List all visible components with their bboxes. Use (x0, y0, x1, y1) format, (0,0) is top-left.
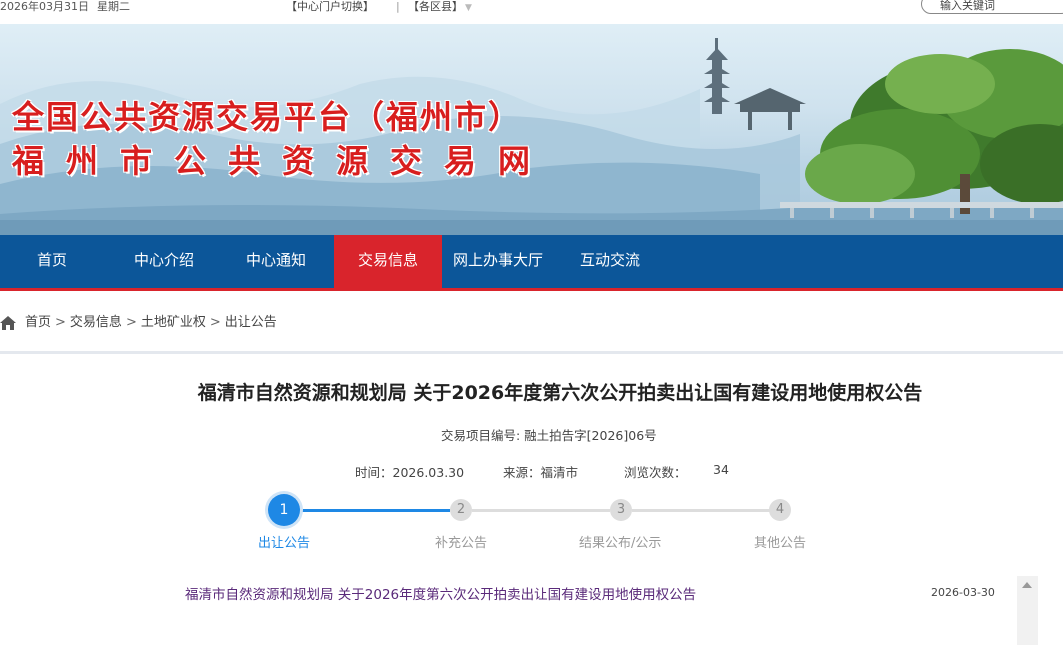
chevron-down-icon: ▼ (465, 3, 472, 13)
breadcrumb-land-mining[interactable]: 土地矿业权 (141, 315, 206, 330)
view-count-label: 浏览次数： (624, 465, 687, 480)
publish-time: 时间：2026.03.30 (355, 465, 465, 480)
nav-item-trading-info[interactable]: 交易信息 (334, 235, 442, 288)
step-4-circle[interactable]: 4 (769, 499, 791, 521)
nav-item-interaction[interactable]: 互动交流 (560, 235, 660, 288)
step-1-circle[interactable]: 1 (268, 494, 300, 526)
step-connector-active (300, 509, 450, 512)
step-connector (632, 509, 770, 512)
nav-item-notices[interactable]: 中心通知 (224, 235, 328, 288)
top-bar: 2026年03月31日 星期二 【中心门户切换】 | 【各区县】 ▼ 输入关键词 (0, 0, 1063, 24)
list-item-date: 2026-03-30 (931, 586, 995, 599)
step-2-label[interactable]: 补充公告 (435, 532, 487, 551)
step-4-label[interactable]: 其他公告 (754, 532, 806, 551)
divider (0, 351, 1063, 354)
step-3-circle[interactable]: 3 (610, 499, 632, 521)
list-item-link[interactable]: 福清市自然资源和规划局 关于2026年度第六次公开拍卖出让国有建设用地使用权公告 (185, 583, 696, 603)
home-icon (0, 316, 16, 330)
banner-title: 全国公共资源交易平台（福州市） (12, 98, 523, 136)
current-date: 2026年03月31日 星期二 (0, 0, 130, 13)
breadcrumb-trading-info[interactable]: 交易信息 (70, 315, 122, 330)
scrollbar[interactable] (1017, 576, 1038, 645)
step-connector (472, 509, 610, 512)
step-3-label[interactable]: 结果公布/公示 (579, 532, 661, 551)
progress-steps: 1 2 3 4 出让公告 补充公告 结果公布/公示 其他公告 (0, 492, 1063, 552)
scroll-up-icon[interactable] (1022, 582, 1032, 588)
topbar-separator: | (396, 0, 400, 13)
step-2-circle[interactable]: 2 (450, 499, 472, 521)
nav-item-online-hall[interactable]: 网上办事大厅 (446, 235, 550, 288)
nav-item-home[interactable]: 首页 (0, 235, 104, 288)
search-input[interactable]: 输入关键词 (921, 0, 1063, 14)
breadcrumb-home[interactable]: 首页 (25, 315, 51, 330)
project-number: 交易项目编号: 融土拍告字[2026]06号 (441, 428, 657, 443)
step-1-label[interactable]: 出让公告 (258, 532, 310, 551)
view-count: 34 (713, 462, 729, 477)
source: 来源：福清市 (503, 465, 579, 480)
header-banner: 全国公共资源交易平台（福州市） 福州市公共资源交易网 (0, 24, 1063, 235)
main-nav: 首页 中心介绍 中心通知 交易信息 网上办事大厅 互动交流 (0, 235, 1063, 291)
banner-subtitle: 福州市公共资源交易网 (12, 142, 553, 180)
nav-item-about[interactable]: 中心介绍 (112, 235, 216, 288)
breadcrumb-transfer-notice[interactable]: 出让公告 (225, 315, 277, 330)
portal-switch-link[interactable]: 【中心门户切换】 (286, 0, 374, 14)
district-dropdown[interactable]: 【各区县】 ▼ (408, 0, 472, 15)
page-title: 福清市自然资源和规划局 关于2026年度第六次公开拍卖出让国有建设用地使用权公告 (197, 382, 923, 404)
